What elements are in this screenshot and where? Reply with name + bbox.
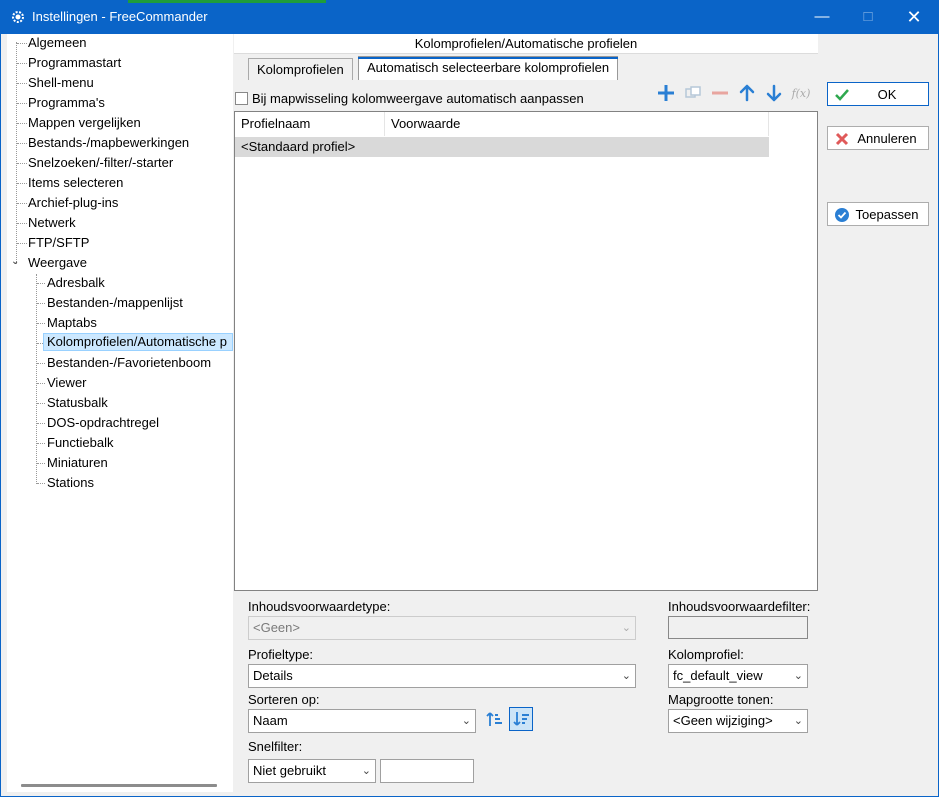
arrow-down-icon[interactable]: [763, 82, 785, 104]
checkmark-icon: [835, 89, 849, 101]
profiles-grid[interactable]: Profielnaam Voorwaarde <Standaard profie…: [234, 111, 818, 591]
sort-descending-icon[interactable]: [509, 707, 533, 731]
tree-item-statusbalk[interactable]: Statusbalk: [44, 394, 111, 412]
content-condition-filter-label: Inhoudsvoorwaardefilter:: [668, 599, 811, 614]
sort-ascending-icon[interactable]: [482, 707, 506, 731]
function-icon[interactable]: f(x): [790, 82, 812, 104]
folder-size-label: Mapgrootte tonen:: [668, 692, 774, 707]
tree-item-favorietenboom[interactable]: Bestanden-/Favorietenboom: [44, 354, 214, 372]
settings-gear-icon: [12, 11, 24, 23]
table-row[interactable]: <Standaard profiel>: [235, 137, 769, 157]
taskbar-strip: [128, 0, 326, 3]
content-condition-filter-input: [668, 616, 808, 639]
column-profielnaam[interactable]: Profielnaam: [235, 112, 385, 136]
folder-size-select[interactable]: <Geen wijziging> ⌄: [668, 709, 808, 733]
check-circle-icon: [835, 208, 849, 222]
horizontal-scrollbar[interactable]: [21, 784, 217, 787]
tab-strip: Kolomprofielen Automatisch selecteerbare…: [234, 56, 818, 80]
profile-type-value: Details: [253, 668, 293, 683]
tree-item-bestandsbewerkingen[interactable]: Bestands-/mapbewerkingen: [25, 134, 192, 152]
tree-item-shell-menu[interactable]: Shell-menu: [25, 74, 97, 92]
chevron-down-icon[interactable]: ⌄: [462, 710, 471, 732]
remove-icon[interactable]: [709, 82, 731, 104]
tree-item-dos-opdrachtregel[interactable]: DOS-opdrachtregel: [44, 414, 162, 432]
cancel-button[interactable]: Annuleren: [827, 126, 929, 150]
quick-filter-label: Snelfilter:: [248, 739, 303, 754]
content-condition-type-select: <Geen> ⌄: [248, 616, 636, 640]
tab-kolomprofielen[interactable]: Kolomprofielen: [248, 58, 353, 80]
content-condition-type-value: <Geen>: [253, 620, 300, 635]
apply-button[interactable]: Toepassen: [827, 202, 929, 226]
close-button[interactable]: ✕: [891, 0, 937, 34]
auto-adjust-checkbox[interactable]: [235, 92, 248, 105]
minimize-button[interactable]: —: [799, 0, 845, 34]
ok-button[interactable]: OK: [827, 82, 929, 106]
tree-item-algemeen[interactable]: Algemeen: [25, 34, 90, 52]
tab-automatisch-selecteerbaar[interactable]: Automatisch selecteerbare kolomprofielen: [358, 56, 619, 80]
chevron-down-icon[interactable]: ⌄: [11, 256, 19, 267]
quick-filter-select[interactable]: Niet gebruikt ⌄: [248, 759, 376, 783]
tree-item-adresbalk[interactable]: Adresbalk: [44, 274, 108, 292]
tree-line: [36, 274, 37, 484]
x-icon: [835, 132, 849, 146]
sort-on-value: Naam: [253, 713, 288, 728]
copy-icon[interactable]: [682, 82, 704, 104]
tree-item-maptabs[interactable]: Maptabs: [44, 314, 100, 332]
chevron-down-icon[interactable]: ⌄: [794, 665, 803, 687]
tree-item-stations[interactable]: Stations: [44, 474, 97, 492]
arrow-up-icon[interactable]: [736, 82, 758, 104]
column-profile-label: Kolomprofiel:: [668, 647, 744, 662]
auto-adjust-checkbox-row[interactable]: Bij mapwisseling kolomweergave automatis…: [235, 91, 584, 106]
auto-adjust-label: Bij mapwisseling kolomweergave automatis…: [252, 91, 584, 106]
profile-type-select[interactable]: Details ⌄: [248, 664, 636, 688]
tree-item-items-selecteren[interactable]: Items selecteren: [25, 174, 126, 192]
column-profile-value: fc_default_view: [673, 668, 763, 683]
tree-item-archief-plug-ins[interactable]: Archief-plug-ins: [25, 194, 121, 212]
tree-item-kolomprofielen[interactable]: Kolomprofielen/Automatische p: [43, 333, 233, 351]
panel-title: Kolomprofielen/Automatische profielen: [234, 34, 818, 54]
tree-item-weergave[interactable]: Weergave: [25, 254, 90, 272]
tree-item-miniaturen[interactable]: Miniaturen: [44, 454, 111, 472]
maximize-button[interactable]: □: [845, 0, 891, 34]
settings-tree[interactable]: Algemeen Programmastart Shell-menu Progr…: [7, 34, 233, 792]
column-profile-select[interactable]: fc_default_view ⌄: [668, 664, 808, 688]
chevron-down-icon[interactable]: ⌄: [622, 665, 631, 687]
tree-item-viewer[interactable]: Viewer: [44, 374, 90, 392]
sort-on-label: Sorteren op:: [248, 692, 320, 707]
chevron-down-icon[interactable]: ⌄: [362, 760, 371, 782]
tree-item-ftp-sftp[interactable]: FTP/SFTP: [25, 234, 92, 252]
folder-size-value: <Geen wijziging>: [673, 713, 773, 728]
tree-item-snelzoeken[interactable]: Snelzoeken/-filter/-starter: [25, 154, 176, 172]
tree-item-netwerk[interactable]: Netwerk: [25, 214, 79, 232]
add-icon[interactable]: [655, 82, 677, 104]
chevron-down-icon: ⌄: [621, 622, 631, 634]
window-title: Instellingen - FreeCommander: [32, 9, 208, 24]
title-bar: Instellingen - FreeCommander — □ ✕: [0, 0, 939, 34]
content-condition-type-label: Inhoudsvoorwaardetype:: [248, 599, 391, 614]
column-voorwaarde[interactable]: Voorwaarde: [385, 112, 769, 136]
quick-filter-input[interactable]: [380, 759, 474, 783]
tree-item-mappen-vergelijken[interactable]: Mappen vergelijken: [25, 114, 144, 132]
tree-item-functiebalk[interactable]: Functiebalk: [44, 434, 116, 452]
sort-on-select[interactable]: Naam ⌄: [248, 709, 476, 733]
quick-filter-value: Niet gebruikt: [253, 763, 326, 778]
tree-item-programmastart[interactable]: Programmastart: [25, 54, 124, 72]
dialog-body: Algemeen Programmastart Shell-menu Progr…: [0, 34, 939, 797]
tree-item-bestanden-mappenlijst[interactable]: Bestanden-/mappenlijst: [44, 294, 186, 312]
profile-type-label: Profieltype:: [248, 647, 314, 662]
chevron-down-icon[interactable]: ⌄: [794, 710, 803, 732]
tree-item-programmas[interactable]: Programma's: [25, 94, 108, 112]
tree-line: [16, 42, 17, 264]
